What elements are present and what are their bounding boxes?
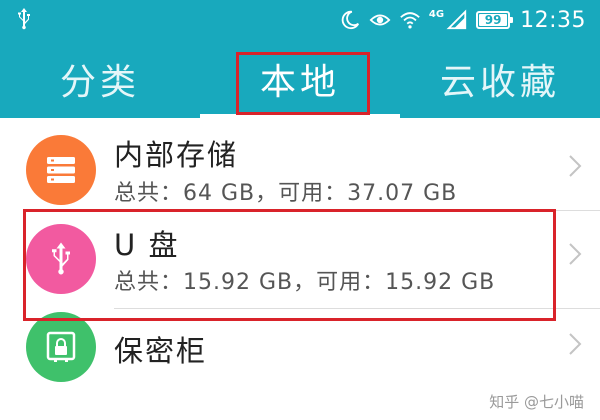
battery-level: 99 xyxy=(484,13,502,27)
tab-highlight-box xyxy=(236,52,370,115)
status-bar: 4G 99 12:35 xyxy=(0,0,600,40)
moon-icon xyxy=(341,10,359,30)
usb-row-highlight-box xyxy=(23,209,556,321)
chevron-right-icon xyxy=(569,155,582,177)
list-item-title: 内部存储 xyxy=(114,138,239,172)
list-item-internal-storage[interactable]: 内部存储 总共：64 GB，可用：37.07 GB xyxy=(0,118,600,210)
network-type-label: 4G xyxy=(428,8,445,20)
storage-icon xyxy=(26,135,96,205)
tab-cloud-favorites[interactable]: 云收藏 xyxy=(400,40,600,118)
signal-icon xyxy=(446,9,467,30)
tab-category[interactable]: 分类 xyxy=(0,40,200,118)
watermark-text: 知乎 @七小喵 xyxy=(489,393,584,411)
chevron-right-icon xyxy=(569,333,582,355)
usb-icon xyxy=(18,8,30,30)
eye-icon xyxy=(369,14,391,26)
list-item-subtitle: 总共：64 GB，可用：37.07 GB xyxy=(114,181,458,206)
status-time: 12:35 xyxy=(520,7,586,33)
status-icons: 4G 99 12:35 xyxy=(339,0,586,40)
battery-icon: 99 xyxy=(476,11,514,29)
safe-icon xyxy=(26,312,96,382)
chevron-right-icon xyxy=(569,243,582,265)
list-item-title: 保密柜 xyxy=(114,334,208,368)
wifi-icon xyxy=(400,12,420,29)
